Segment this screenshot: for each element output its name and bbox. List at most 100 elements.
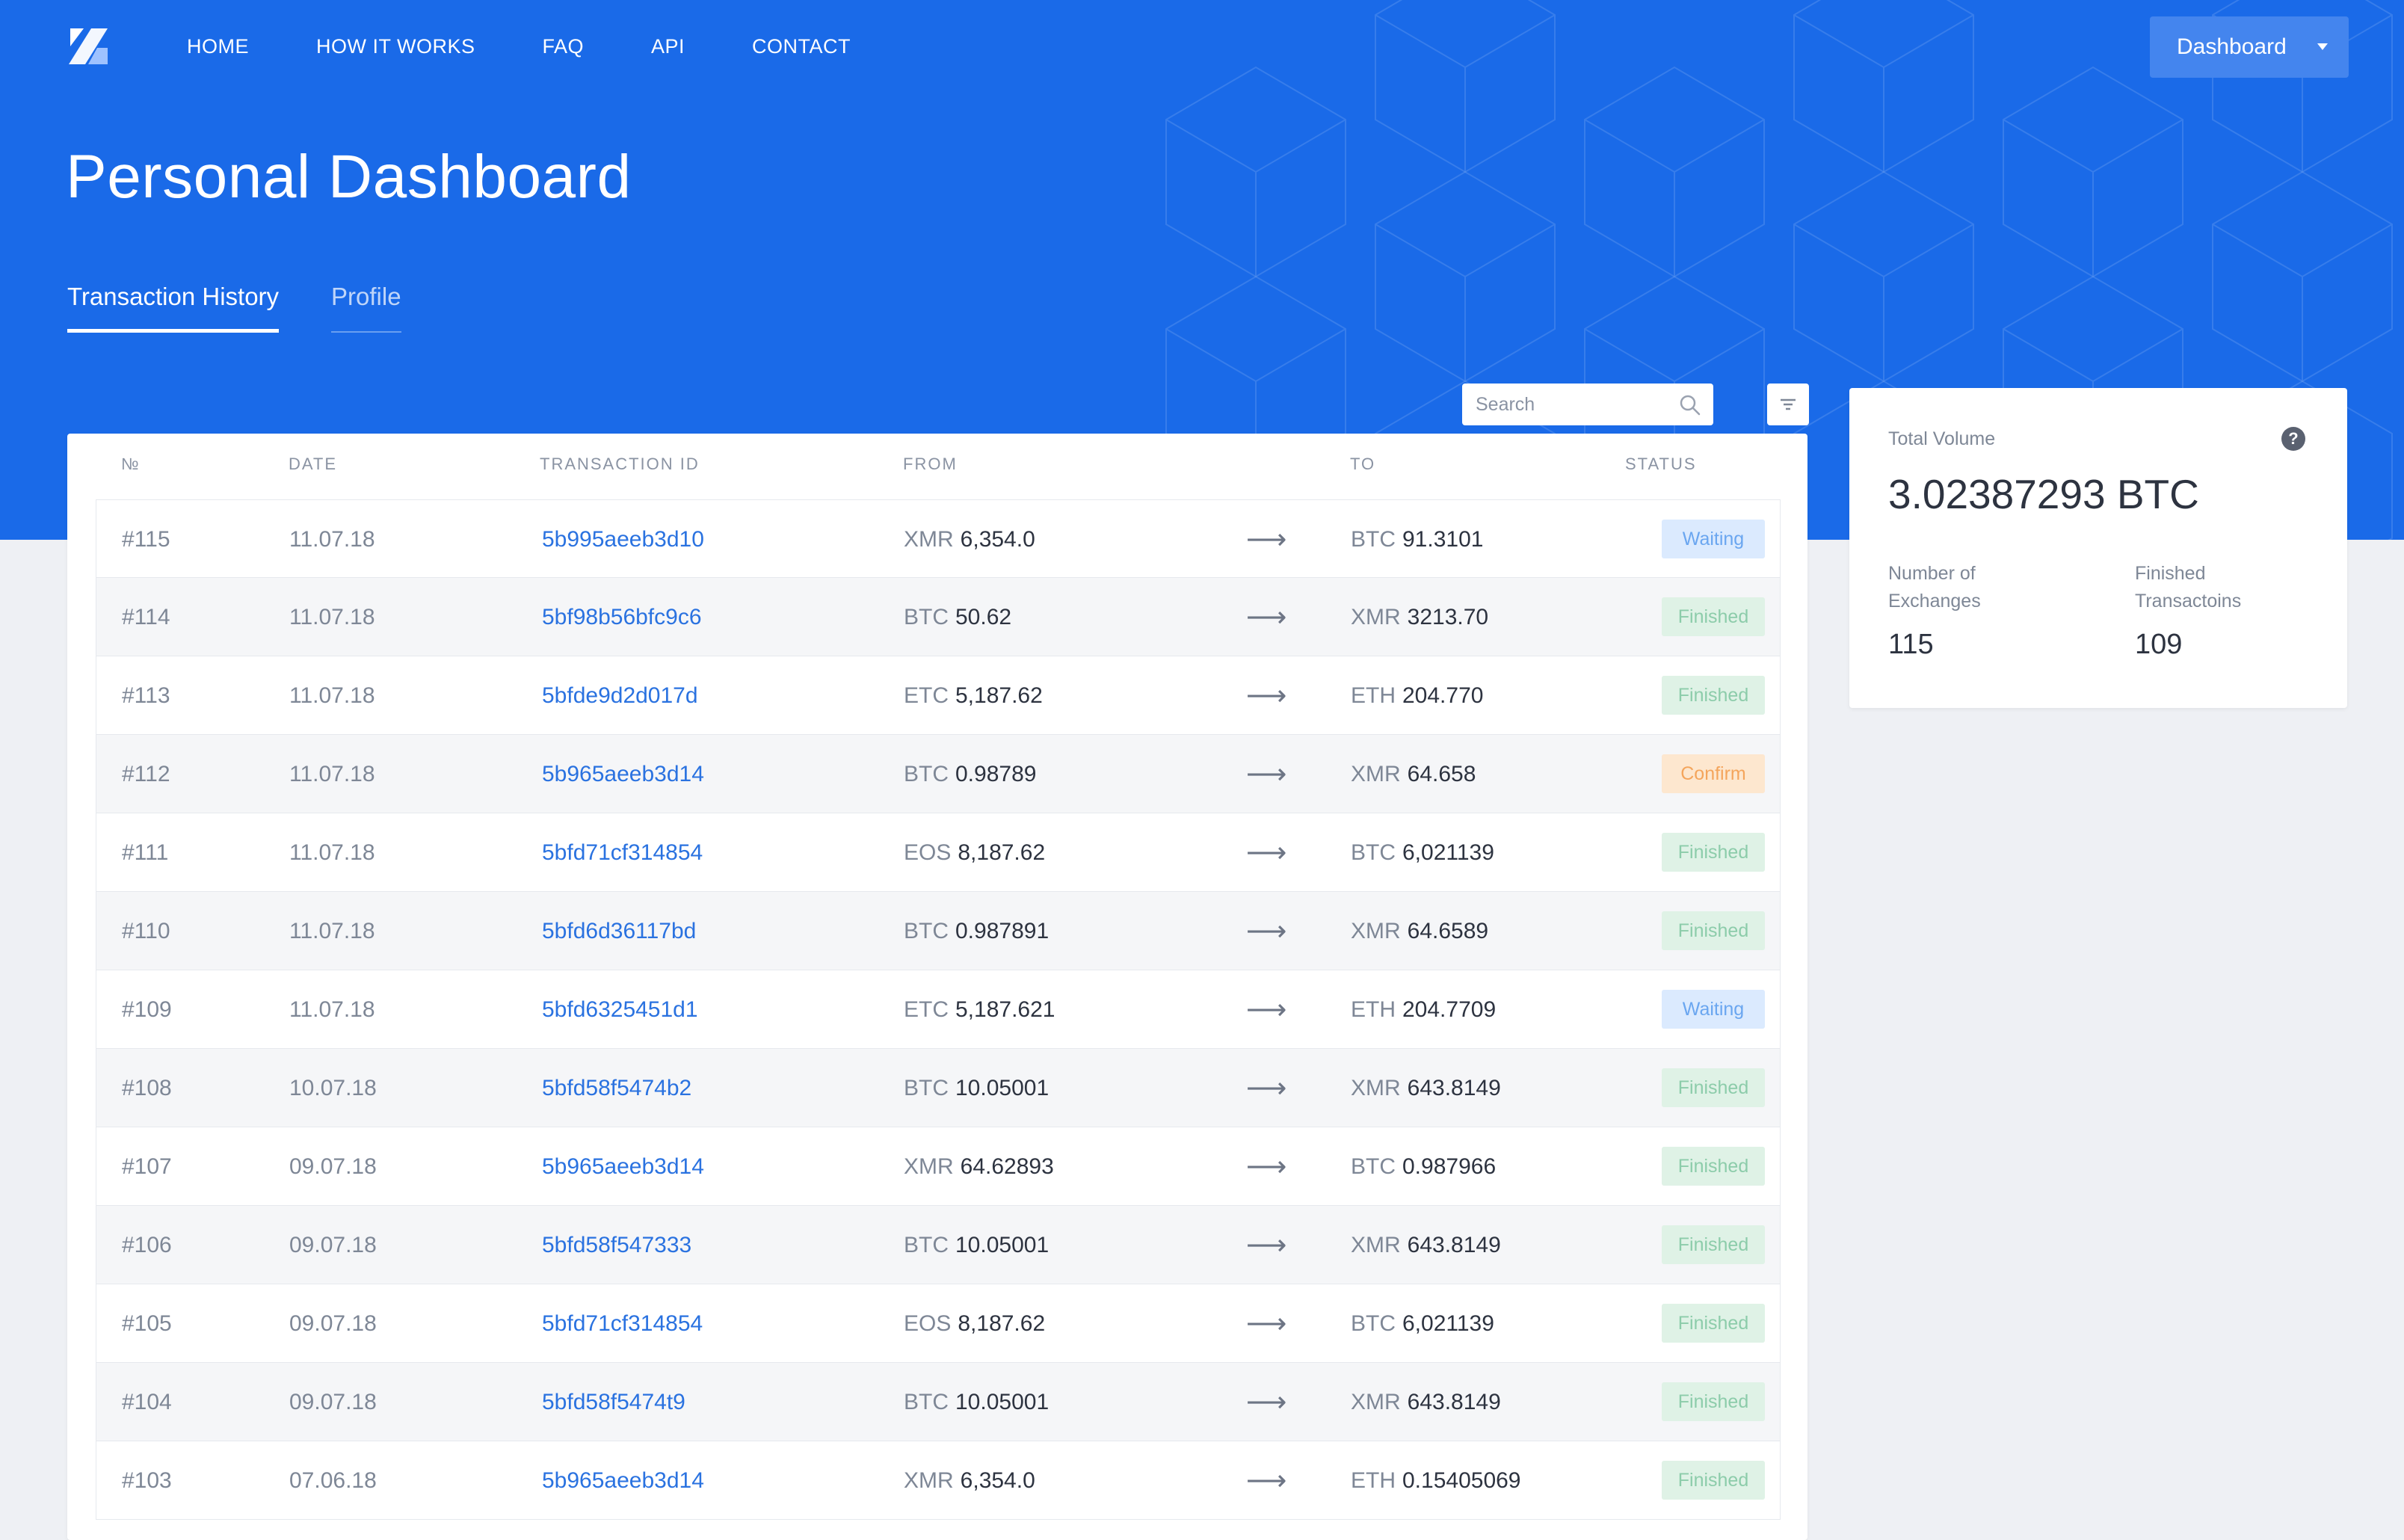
row-number: #108 <box>122 1075 172 1100</box>
to-currency: BTC <box>1351 526 1396 552</box>
row-from: EOS 8,187.62 <box>904 1284 1045 1363</box>
finished-value: 109 <box>2135 629 2183 660</box>
nav-faq[interactable]: FAQ <box>543 31 585 61</box>
total-volume-label: Total Volume <box>1888 428 1996 449</box>
row-to: XMR 64.658 <box>1351 735 1476 813</box>
to-amount: 204.770 <box>1402 683 1484 708</box>
to-amount: 6,021139 <box>1402 840 1494 865</box>
status-badge: Confirm <box>1662 754 1765 793</box>
table-row[interactable]: #103 07.06.18 5b965aeeb3d14 XMR 6,354.0 ⟶ ETH 0… <box>96 1441 1781 1520</box>
row-number: #106 <box>122 1232 172 1257</box>
transaction-id-link[interactable]: 5bfde9d2d017d <box>542 656 698 735</box>
finished-label-line-1: Finished <box>2135 563 2206 584</box>
from-amount: 8,187.62 <box>958 840 1046 865</box>
row-to: BTC 6,021139 <box>1351 1284 1494 1363</box>
arrow-right-icon: ⟶ <box>1246 602 1287 633</box>
row-to: ETH 204.770 <box>1351 656 1483 735</box>
to-currency: ETH <box>1351 1467 1396 1493</box>
dashboard-dropdown-button[interactable]: Dashboard <box>2150 16 2349 78</box>
help-icon[interactable]: ? <box>2281 427 2305 451</box>
arrow-right-icon: ⟶ <box>1246 1387 1287 1418</box>
table-row[interactable]: #110 11.07.18 5bfd6d36117bd BTC 0.987891 ⟶ XMR… <box>96 892 1781 970</box>
status-badge: Finished <box>1662 1225 1765 1264</box>
from-currency: XMR <box>904 526 954 552</box>
row-number: #104 <box>122 1389 172 1414</box>
header-from: FROM <box>903 455 958 473</box>
filter-button[interactable] <box>1767 384 1809 425</box>
transaction-id-link[interactable]: 5b965aeeb3d14 <box>542 735 704 813</box>
transaction-id-link[interactable]: 5b995aeeb3d10 <box>542 500 704 579</box>
transaction-id-link[interactable]: 5bfd58f5474b2 <box>542 1049 691 1127</box>
tab-profile[interactable]: Profile <box>331 283 401 333</box>
row-from: XMR 6,354.0 <box>904 500 1035 579</box>
table-row[interactable]: #109 11.07.18 5bfd6325451d1 ETC 5,187.621 ⟶ ET… <box>96 970 1781 1049</box>
to-currency: BTC <box>1351 840 1396 865</box>
tab-transaction-history[interactable]: Transaction History <box>67 283 280 333</box>
transaction-id-link[interactable]: 5bfd58f547333 <box>542 1206 691 1284</box>
transaction-id-link[interactable]: 5bfd6d36117bd <box>542 892 696 970</box>
transaction-id-link[interactable]: 5bf98b56bfc9c6 <box>542 578 702 656</box>
transaction-table: № DATE TRANSACTION ID FROM TO STATUS #11… <box>67 434 1807 1540</box>
table-row[interactable]: #111 11.07.18 5bfd71cf314854 EOS 8,187.62 ⟶ BT… <box>96 813 1781 892</box>
transaction-id-link[interactable]: 5b965aeeb3d14 <box>542 1127 704 1206</box>
transaction-id-link[interactable]: 5b965aeeb3d14 <box>542 1441 704 1520</box>
row-number: #114 <box>122 604 170 629</box>
from-amount: 10.05001 <box>955 1075 1050 1100</box>
to-amount: 643.8149 <box>1407 1389 1501 1414</box>
status-badge: Finished <box>1662 833 1765 872</box>
nav-api[interactable]: API <box>651 31 685 61</box>
transaction-id-link[interactable]: 5bfd71cf314854 <box>542 813 703 892</box>
logo-icon[interactable] <box>66 25 111 67</box>
table-row[interactable]: #114 11.07.18 5bf98b56bfc9c6 BTC 50.62 ⟶ XMR 32… <box>96 578 1781 656</box>
search-box <box>1462 384 1713 425</box>
to-currency: BTC <box>1351 1154 1396 1179</box>
table-row[interactable]: #105 09.07.18 5bfd71cf314854 EOS 8,187.62 ⟶ BT… <box>96 1284 1781 1363</box>
table-row[interactable]: #104 09.07.18 5bfd58f5474t9 BTC 10.05001 ⟶ XMR… <box>96 1363 1781 1441</box>
to-amount: 91.3101 <box>1402 526 1484 552</box>
transaction-id-link[interactable]: 5bfd58f5474t9 <box>542 1363 685 1441</box>
table-body: #115 11.07.18 5b995aeeb3d10 XMR 6,354.0 ⟶ BTC 9… <box>96 499 1781 1520</box>
arrow-right-icon: ⟶ <box>1246 916 1287 947</box>
row-to: XMR 3213.70 <box>1351 578 1488 656</box>
table-row[interactable]: #113 11.07.18 5bfde9d2d017d ETC 5,187.62 ⟶ ETH… <box>96 656 1781 735</box>
row-number: #107 <box>122 1154 172 1179</box>
nav-how-it-works[interactable]: HOW IT WORKS <box>316 31 475 61</box>
status-badge: Waiting <box>1662 990 1765 1029</box>
table-row[interactable]: #112 11.07.18 5b965aeeb3d14 BTC 0.98789 ⟶ XMR 6… <box>96 735 1781 813</box>
row-from: XMR 64.62893 <box>904 1127 1054 1206</box>
to-currency: XMR <box>1351 1389 1401 1414</box>
search-input[interactable] <box>1462 386 1664 423</box>
header-date: DATE <box>289 455 338 473</box>
to-amount: 643.8149 <box>1407 1232 1501 1257</box>
row-number: #112 <box>122 761 170 786</box>
from-amount: 5,187.621 <box>955 997 1055 1022</box>
to-amount: 64.6589 <box>1407 918 1489 943</box>
row-from: ETC 5,187.621 <box>904 970 1055 1049</box>
finished-label-line-2: Transactoins <box>2135 591 2242 612</box>
to-currency: BTC <box>1351 1310 1396 1336</box>
row-date: 09.07.18 <box>289 1154 377 1179</box>
row-from: BTC 50.62 <box>904 578 1011 656</box>
exchanges-label-line-1: Number of <box>1888 563 1976 584</box>
nav-home[interactable]: HOME <box>187 31 249 61</box>
search-icon[interactable] <box>1677 392 1703 418</box>
table-row[interactable]: #106 09.07.18 5bfd58f547333 BTC 10.05001 ⟶ XMR… <box>96 1206 1781 1284</box>
table-row[interactable]: #115 11.07.18 5b995aeeb3d10 XMR 6,354.0 ⟶ BTC 9… <box>96 499 1781 578</box>
from-amount: 5,187.62 <box>955 683 1043 708</box>
row-number: #110 <box>122 918 170 943</box>
table-row[interactable]: #108 10.07.18 5bfd58f5474b2 BTC 10.05001 ⟶ XMR… <box>96 1049 1781 1127</box>
row-date: 11.07.18 <box>289 918 375 943</box>
from-currency: BTC <box>904 1075 949 1100</box>
arrow-right-icon: ⟶ <box>1246 1465 1287 1497</box>
transaction-id-link[interactable]: 5bfd6325451d1 <box>542 970 698 1049</box>
to-amount: 0.15405069 <box>1402 1467 1521 1493</box>
transaction-id-link[interactable]: 5bfd71cf314854 <box>542 1284 703 1363</box>
header-transaction-id: TRANSACTION ID <box>540 455 700 473</box>
arrow-right-icon: ⟶ <box>1246 1151 1287 1183</box>
finished-label: Finished Transactoins <box>2135 560 2241 615</box>
row-to: BTC 0.987966 <box>1351 1127 1496 1206</box>
row-number: #115 <box>122 526 170 552</box>
from-currency: EOS <box>904 840 952 865</box>
table-row[interactable]: #107 09.07.18 5b965aeeb3d14 XMR 64.62893 ⟶ BTC… <box>96 1127 1781 1206</box>
nav-contact[interactable]: CONTACT <box>752 31 851 61</box>
